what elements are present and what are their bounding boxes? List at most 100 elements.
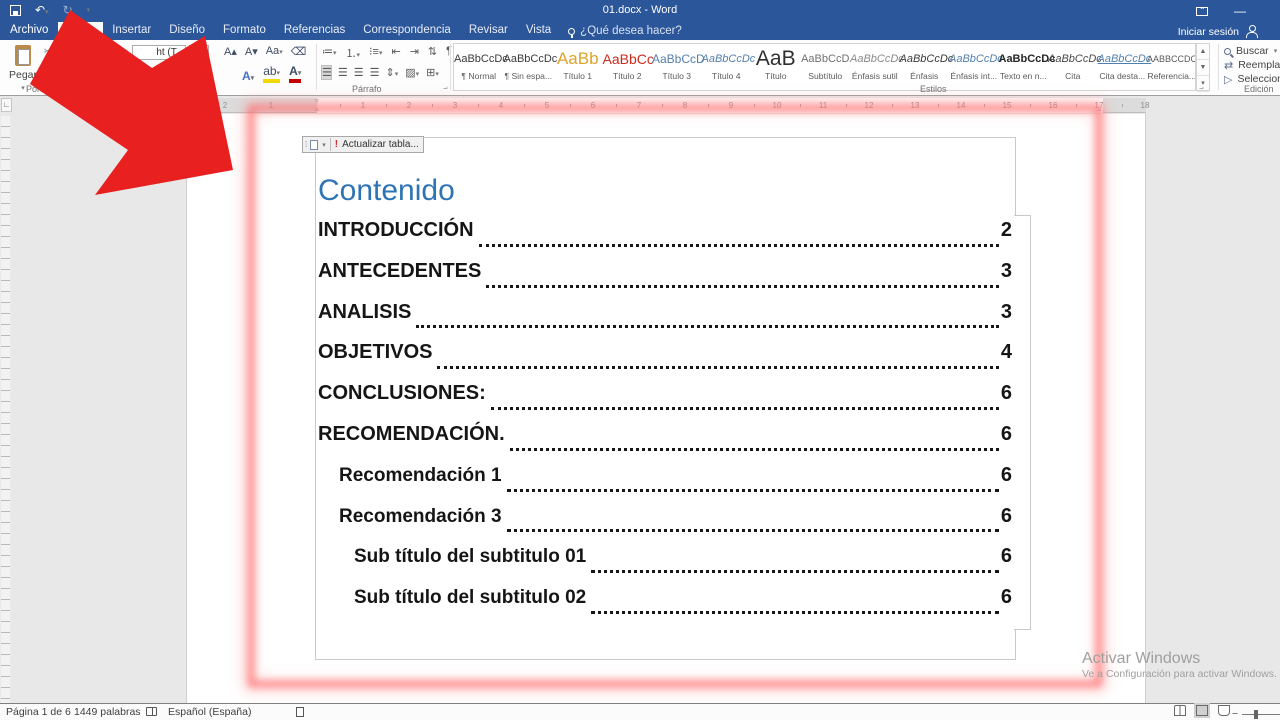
decrease-indent-icon[interactable]: ⇤ bbox=[391, 45, 400, 61]
paste-label: Pegar bbox=[9, 69, 37, 81]
sign-in[interactable]: Iniciar sesión bbox=[1178, 25, 1258, 38]
read-mode-icon[interactable] bbox=[1174, 705, 1186, 716]
zoom-out-icon[interactable]: − bbox=[1232, 708, 1238, 720]
style-gallery-item[interactable]: AaBbCcDc ¶ Normal bbox=[454, 44, 504, 90]
style-gallery-item[interactable]: AaBbCcDc Cita bbox=[1048, 44, 1098, 90]
tab-formato[interactable]: Formato bbox=[214, 22, 275, 40]
styles-scroll-up-icon[interactable]: ▲ bbox=[1197, 44, 1209, 60]
tab-referencias[interactable]: Referencias bbox=[275, 22, 354, 40]
toc-entry[interactable]: Sub título del subtitulo 02 6 bbox=[318, 586, 1012, 627]
style-gallery-item[interactable]: AaBbCcDc Cita desta... bbox=[1098, 44, 1148, 90]
style-gallery-item[interactable]: AaBbCcDc Énfasis int... bbox=[949, 44, 999, 90]
borders-icon[interactable]: ⊞▾ bbox=[426, 66, 439, 79]
shading-icon[interactable]: ▨▾ bbox=[405, 66, 419, 79]
toc-entry[interactable]: Recomendación 3 6 bbox=[318, 505, 1012, 546]
ruler-number: 1 bbox=[269, 101, 273, 110]
toc-field-toolbar[interactable]: ⁞ ▾ ! Actualizar tabla... bbox=[302, 136, 424, 153]
page-indicator[interactable]: Página 1 de 6 bbox=[6, 706, 71, 718]
numbering-icon[interactable]: ⒈▾ bbox=[346, 45, 361, 61]
tab-insertar[interactable]: Insertar bbox=[103, 22, 160, 40]
font-color-icon[interactable]: A▾ bbox=[289, 66, 301, 83]
style-gallery-item[interactable]: AaB Título bbox=[751, 44, 801, 90]
ruler-number: 3 bbox=[453, 101, 457, 110]
tab-revisar[interactable]: Revisar bbox=[460, 22, 517, 40]
horizontal-ruler[interactable]: ▿ ▵ ▵ 21123456789101112131415161718 bbox=[186, 98, 1146, 113]
style-gallery-item[interactable]: AaBbCcD Título 3 bbox=[652, 44, 702, 90]
find-button[interactable]: Buscar▾ bbox=[1224, 44, 1280, 58]
toc-dropdown-icon[interactable]: ▾ bbox=[322, 141, 326, 149]
style-gallery-item[interactable]: AABBCCDC Referencia... bbox=[1147, 44, 1196, 90]
tab-archivo[interactable]: Archivo bbox=[0, 22, 58, 40]
align-center-icon[interactable]: ☰ bbox=[338, 66, 347, 79]
update-table-button[interactable]: Actualizar tabla... bbox=[342, 139, 419, 150]
word-count[interactable]: 1449 palabras bbox=[74, 706, 141, 718]
text-effects-icon[interactable]: A▾ bbox=[242, 69, 254, 83]
line-spacing-icon[interactable]: ⇕▾ bbox=[386, 66, 399, 79]
tab-stop-selector[interactable]: ∟ bbox=[1, 98, 12, 112]
toc-entry[interactable]: ANTECEDENTES 3 bbox=[318, 260, 1012, 301]
copy-icon[interactable]: ❐ bbox=[44, 60, 52, 71]
first-line-indent-marker[interactable]: ▿ bbox=[315, 97, 319, 105]
replace-button[interactable]: ⇄ Reemplazar bbox=[1224, 58, 1280, 72]
toc-heading[interactable]: Contenido bbox=[318, 174, 455, 208]
toc-entry-page: 6 bbox=[1001, 586, 1012, 609]
change-case-icon[interactable]: Aa▾ bbox=[266, 45, 283, 58]
font-name-box[interactable]: ht (T ▾ bbox=[132, 45, 186, 60]
font-size-box[interactable]: 23 bbox=[189, 45, 209, 60]
macro-record-icon[interactable] bbox=[296, 707, 304, 717]
style-gallery-item[interactable]: AaBbCcDc ¶ Sin espa... bbox=[504, 44, 554, 90]
toc-document-icon[interactable] bbox=[310, 140, 318, 150]
cut-icon[interactable]: ✂ bbox=[44, 46, 52, 57]
left-indent-marker[interactable]: ▵ bbox=[315, 105, 319, 113]
style-gallery-item[interactable]: AaBbCcDc Texto en n... bbox=[999, 44, 1049, 90]
style-gallery-item[interactable]: AaBbCcDc Énfasis sutil bbox=[850, 44, 900, 90]
tab-diseño[interactable]: Diseño bbox=[160, 22, 214, 40]
toc-entry[interactable]: Recomendación 1 6 bbox=[318, 464, 1012, 505]
shrink-font-icon[interactable]: A▾ bbox=[245, 45, 258, 58]
style-gallery-item[interactable]: AaBbCcDc Título 4 bbox=[702, 44, 752, 90]
vertical-ruler[interactable] bbox=[1, 116, 10, 703]
toc-entry[interactable]: ANALISIS 3 bbox=[318, 301, 1012, 342]
ribbon: Pegar ▾ ✂ ❐ ✎ Portap... ht (T ▾ 23 A▴ A▾… bbox=[0, 40, 1280, 96]
increase-indent-icon[interactable]: ⇥ bbox=[410, 45, 419, 61]
style-sample: AaBbCcD bbox=[652, 49, 702, 69]
ribbon-display-options-icon[interactable] bbox=[1196, 7, 1208, 16]
justify-icon[interactable]: ☰ bbox=[370, 66, 379, 79]
toc-entry[interactable]: Sub título del subtitulo 01 6 bbox=[318, 545, 1012, 586]
zoom-slider[interactable] bbox=[1242, 714, 1280, 715]
web-layout-icon[interactable] bbox=[1218, 705, 1230, 716]
toc-entry[interactable]: OBJETIVOS 4 bbox=[318, 341, 1012, 382]
toc-entry[interactable]: CONCLUSIONES: 6 bbox=[318, 382, 1012, 423]
toc-entry[interactable]: INTRODUCCIÓN 2 bbox=[318, 219, 1012, 260]
toc-dot-leader bbox=[591, 611, 999, 614]
toc-grip-icon[interactable]: ⁞ bbox=[305, 140, 306, 149]
minimize-icon[interactable]: — bbox=[1234, 4, 1246, 18]
bullets-icon[interactable]: ≔▾ bbox=[322, 45, 337, 61]
zoom-slider-knob[interactable] bbox=[1254, 710, 1258, 719]
style-sample: AaBbCcDc bbox=[702, 49, 752, 69]
toc-entry[interactable]: RECOMENDACIÓN. 6 bbox=[318, 423, 1012, 464]
proofing-icon[interactable] bbox=[146, 707, 157, 716]
tab-inicio[interactable]: Inicio bbox=[58, 22, 103, 40]
style-name: ¶ Normal bbox=[454, 71, 504, 81]
styles-scroll-down-icon[interactable]: ▼ bbox=[1197, 60, 1209, 76]
highlight-icon[interactable]: ab▾ bbox=[263, 66, 280, 83]
tab-vista[interactable]: Vista bbox=[517, 22, 560, 40]
style-gallery-item[interactable]: AaBbCcD Subtítulo bbox=[801, 44, 851, 90]
align-left-icon[interactable]: ☰ bbox=[322, 66, 331, 79]
style-gallery-item[interactable]: AaBbCc Título 2 bbox=[603, 44, 653, 90]
toc-entry-page: 6 bbox=[1001, 464, 1012, 487]
styles-dialog-launcher[interactable]: ⌐ bbox=[1199, 84, 1204, 93]
style-gallery-item[interactable]: AaBb Título 1 bbox=[553, 44, 603, 90]
clear-format-icon[interactable]: ⌫ bbox=[291, 45, 307, 58]
tab-correspondencia[interactable]: Correspondencia bbox=[354, 22, 460, 40]
print-layout-icon[interactable] bbox=[1196, 705, 1208, 716]
align-right-icon[interactable]: ☰ bbox=[354, 66, 363, 79]
paragraph-dialog-launcher[interactable]: ⌐ bbox=[443, 84, 448, 93]
sort-icon[interactable]: ⇅ bbox=[428, 45, 437, 61]
language-indicator[interactable]: Español (España) bbox=[168, 706, 251, 718]
tell-me-box[interactable]: ¿Qué desea hacer? bbox=[560, 22, 690, 40]
grow-font-icon[interactable]: A▴ bbox=[224, 45, 237, 58]
multilevel-list-icon[interactable]: ⁝≡▾ bbox=[369, 45, 382, 61]
style-sample: AaB bbox=[751, 49, 801, 69]
